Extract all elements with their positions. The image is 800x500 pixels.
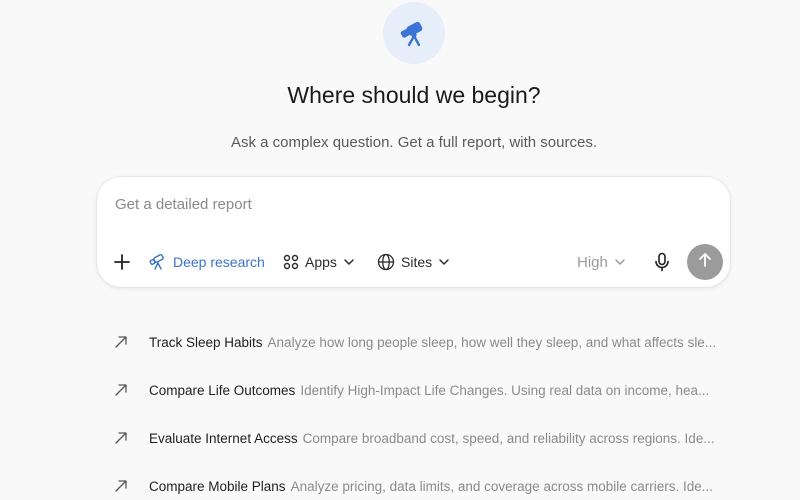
apps-dropdown[interactable]: Apps <box>283 251 355 273</box>
microphone-icon <box>653 252 671 272</box>
arrow-up-right-icon <box>114 479 134 493</box>
suggestion-list: Track Sleep Habits Analyze how long peop… <box>114 318 794 500</box>
telescope-icon <box>149 253 167 271</box>
chevron-down-icon <box>438 256 450 268</box>
prompt-composer: Deep research Apps Sit <box>97 177 730 287</box>
chevron-down-icon <box>614 256 626 268</box>
suggestion-description: Compare broadband cost, speed, and relia… <box>302 430 715 446</box>
suggestion-item[interactable]: Compare Mobile Plans Analyze pricing, da… <box>114 462 794 500</box>
suggestion-title: Compare Mobile Plans <box>149 478 286 494</box>
page-subtitle: Ask a complex question. Get a full repor… <box>231 134 597 151</box>
suggestion-title: Evaluate Internet Access <box>149 430 298 446</box>
page-title: Where should we begin? <box>287 82 541 108</box>
suggestion-title: Track Sleep Habits <box>149 334 263 350</box>
effort-level-dropdown[interactable]: High <box>577 251 626 273</box>
add-button[interactable] <box>113 251 131 273</box>
plus-icon <box>113 253 131 271</box>
arrow-up-right-icon <box>114 335 134 349</box>
arrow-up-right-icon <box>114 383 134 397</box>
deep-research-label: Deep research <box>173 254 265 270</box>
voice-input-button[interactable] <box>653 251 671 273</box>
telescope-icon <box>383 2 445 64</box>
effort-level-label: High <box>577 253 608 271</box>
suggestion-item[interactable]: Track Sleep Habits Analyze how long peop… <box>114 318 794 366</box>
sites-dropdown[interactable]: Sites <box>377 251 450 273</box>
send-button[interactable] <box>687 244 723 280</box>
arrow-up-right-icon <box>114 431 134 445</box>
suggestion-description: Analyze pricing, data limits, and covera… <box>290 478 713 494</box>
chevron-down-icon <box>343 256 355 268</box>
globe-icon <box>377 253 395 271</box>
apps-label: Apps <box>305 254 337 270</box>
suggestion-item[interactable]: Evaluate Internet Access Compare broadba… <box>114 414 794 462</box>
suggestion-title: Compare Life Outcomes <box>149 382 296 398</box>
sites-label: Sites <box>401 254 433 270</box>
arrow-up-icon <box>697 252 713 273</box>
apps-grid-icon <box>283 254 299 270</box>
suggestion-description: Identify High-Impact Life Changes. Using… <box>300 382 710 398</box>
suggestion-item[interactable]: Compare Life Outcomes Identify High-Impa… <box>114 366 794 414</box>
prompt-input[interactable] <box>115 191 705 217</box>
deep-research-button[interactable]: Deep research <box>149 251 265 273</box>
suggestion-description: Analyze how long people sleep, how well … <box>267 334 717 350</box>
